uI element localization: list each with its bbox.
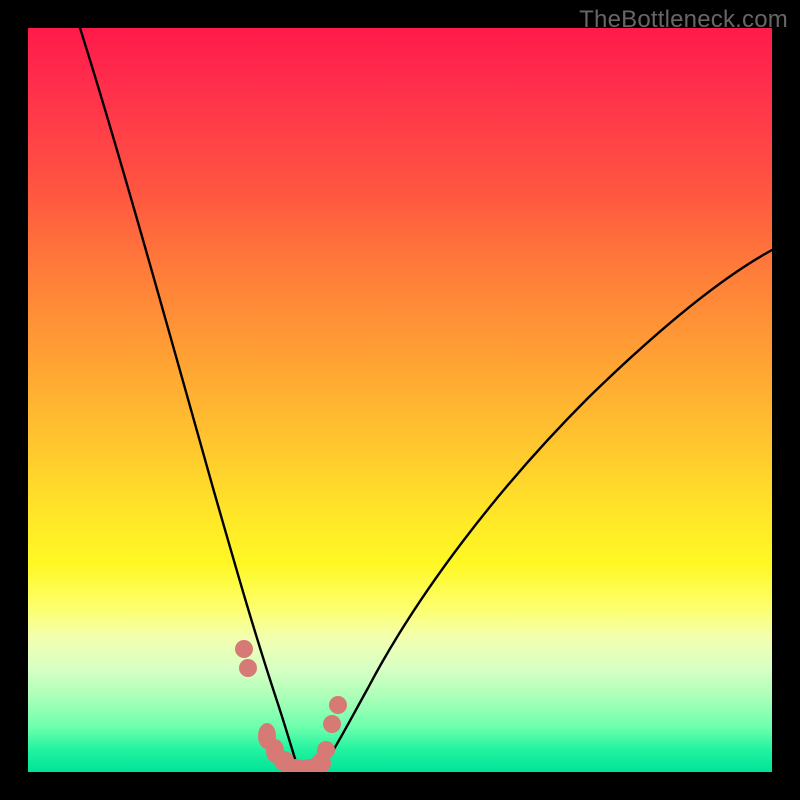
marker-cluster — [235, 640, 347, 772]
marker-dot — [239, 659, 257, 677]
marker-dot — [235, 640, 253, 658]
marker-dot — [317, 741, 335, 759]
chart-svg — [28, 28, 772, 772]
plot-area — [28, 28, 772, 772]
marker-dot — [329, 696, 347, 714]
marker-dot — [323, 715, 341, 733]
outer-frame: TheBottleneck.com — [0, 0, 800, 800]
curve-left-branch — [80, 28, 298, 768]
curve-right-branch — [318, 250, 772, 770]
